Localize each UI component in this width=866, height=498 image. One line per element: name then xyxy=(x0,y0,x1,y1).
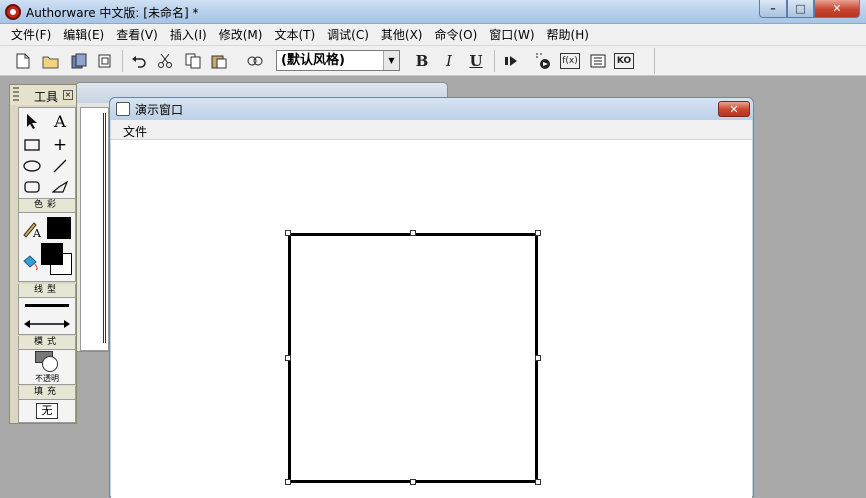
authorware-logo-icon[interactable] xyxy=(5,4,21,20)
selection-handle-top-right[interactable] xyxy=(535,230,541,236)
selection-handle-bottom[interactable] xyxy=(410,479,416,485)
text-style-select[interactable]: (默认风格) ▼ xyxy=(276,50,400,71)
selection-handle-top[interactable] xyxy=(410,230,416,236)
menu-bar: 文件(F) 编辑(E) 查看(V) 插入(I) 修改(M) 文本(T) 调试(C… xyxy=(0,24,866,46)
line-style-section-label: 线型 xyxy=(18,284,76,297)
line-color-swatch[interactable] xyxy=(47,217,71,239)
tool-palette-title: 工具 xyxy=(34,90,59,104)
presentation-close-button[interactable]: ✕ xyxy=(718,101,750,117)
chevron-down-icon[interactable]: ▼ xyxy=(383,51,399,70)
presentation-window[interactable]: 演示窗口 ✕ 文件 xyxy=(109,97,754,498)
menu-control[interactable]: 调试(C) xyxy=(321,26,375,43)
mode-panel: 不透明 xyxy=(18,349,76,385)
toolbar-separator xyxy=(494,50,495,72)
copy-icon[interactable] xyxy=(182,50,204,72)
undo-icon[interactable] xyxy=(128,50,150,72)
tool-palette-title-bar[interactable]: 工具 × xyxy=(10,85,76,105)
find-icon[interactable] xyxy=(244,50,266,72)
control-panel-icon[interactable] xyxy=(532,50,554,72)
color-panel: A xyxy=(18,212,76,282)
menu-help[interactable]: 帮助(H) xyxy=(541,26,595,43)
menu-file[interactable]: 文件(F) xyxy=(5,26,57,43)
arrow-line-icon[interactable] xyxy=(24,318,70,332)
fill-panel: 无 xyxy=(18,399,76,423)
presentation-window-title: 演示窗口 xyxy=(135,103,184,117)
paste-icon[interactable] xyxy=(208,50,230,72)
grip-handle-icon[interactable] xyxy=(13,87,19,103)
opaque-mode-icon[interactable] xyxy=(42,356,58,372)
open-folder-icon[interactable] xyxy=(40,50,62,72)
fill-section-label: 填充 xyxy=(18,386,76,399)
underline-button[interactable]: U xyxy=(465,50,487,72)
window-title: Authorware 中文版: [未命名] * xyxy=(26,6,199,20)
toolbar-separator xyxy=(654,48,655,74)
presentation-menu-file[interactable]: 文件 xyxy=(123,123,147,140)
mode-value: 不透明 xyxy=(35,374,59,383)
import-icon[interactable] xyxy=(94,50,116,72)
menu-xtras[interactable]: 其他(X) xyxy=(375,26,429,43)
menu-view[interactable]: 查看(V) xyxy=(110,26,164,43)
menu-commands[interactable]: 命令(O) xyxy=(428,26,483,43)
fill-value-button[interactable]: 无 xyxy=(36,403,58,419)
rounded-rectangle-tool-icon[interactable] xyxy=(21,177,43,197)
minimize-button[interactable]: – xyxy=(759,0,787,18)
pen-color-icon[interactable]: A xyxy=(22,220,42,241)
tool-palette[interactable]: 工具 × A + 色彩 A 线型 模式 不透明 填充 无 xyxy=(9,84,77,424)
pointer-tool-icon[interactable] xyxy=(21,111,43,131)
foreground-color-swatch[interactable] xyxy=(41,243,63,265)
presentation-canvas[interactable] xyxy=(111,140,752,498)
presentation-title-bar[interactable]: 演示窗口 ✕ xyxy=(110,98,753,120)
variables-icon[interactable] xyxy=(587,50,609,72)
cut-icon[interactable] xyxy=(154,50,176,72)
toolbar-separator xyxy=(122,50,123,72)
menu-window[interactable]: 窗口(W) xyxy=(483,26,540,43)
menu-insert[interactable]: 插入(I) xyxy=(164,26,213,43)
line-tool-icon[interactable] xyxy=(49,156,71,176)
run-icon[interactable] xyxy=(500,50,522,72)
menu-modify[interactable]: 修改(M) xyxy=(213,26,269,43)
mode-section-label: 模式 xyxy=(18,336,76,349)
functions-button[interactable]: f(x) xyxy=(560,53,580,69)
drawn-rectangle[interactable] xyxy=(288,233,538,483)
menu-edit[interactable]: 编辑(E) xyxy=(57,26,110,43)
tool-palette-close-icon[interactable]: × xyxy=(63,90,73,100)
selection-handle-right[interactable] xyxy=(535,355,541,361)
close-button[interactable]: ✕ xyxy=(814,0,860,18)
ellipse-tool-icon[interactable] xyxy=(21,156,43,176)
presentation-menu-bar: 文件 xyxy=(111,120,752,140)
presentation-window-icon xyxy=(116,102,130,116)
rectangle-tool-icon[interactable] xyxy=(21,135,43,155)
selection-handle-bottom-left[interactable] xyxy=(285,479,291,485)
app-title-bar: Authorware 中文版: [未命名] * – □ ✕ xyxy=(0,0,866,24)
text-style-value: (默认风格) xyxy=(281,53,345,68)
knowledge-objects-button[interactable]: KO xyxy=(614,53,634,69)
line-width-sample[interactable] xyxy=(25,304,69,307)
selection-handle-top-left[interactable] xyxy=(285,230,291,236)
svg-text:A: A xyxy=(32,227,42,238)
menu-text[interactable]: 文本(T) xyxy=(268,26,321,43)
polygon-tool-icon[interactable] xyxy=(49,177,71,197)
maximize-button[interactable]: □ xyxy=(787,0,814,18)
toolbar: (默认风格) ▼ B I U f(x) KO xyxy=(0,46,866,76)
flowline xyxy=(103,113,106,343)
bold-button[interactable]: B xyxy=(411,50,433,72)
selection-handle-left[interactable] xyxy=(285,355,291,361)
crosshair-tool-icon[interactable]: + xyxy=(49,135,71,155)
drawing-tools-panel: A + xyxy=(18,107,76,199)
new-file-icon[interactable] xyxy=(12,50,34,72)
text-tool-icon[interactable]: A xyxy=(49,111,71,131)
line-style-panel xyxy=(18,297,76,335)
save-icon[interactable] xyxy=(68,50,90,72)
fill-bucket-icon[interactable] xyxy=(21,254,39,275)
italic-button[interactable]: I xyxy=(438,50,460,72)
color-section-label: 色彩 xyxy=(18,199,76,212)
selection-handle-bottom-right[interactable] xyxy=(535,479,541,485)
